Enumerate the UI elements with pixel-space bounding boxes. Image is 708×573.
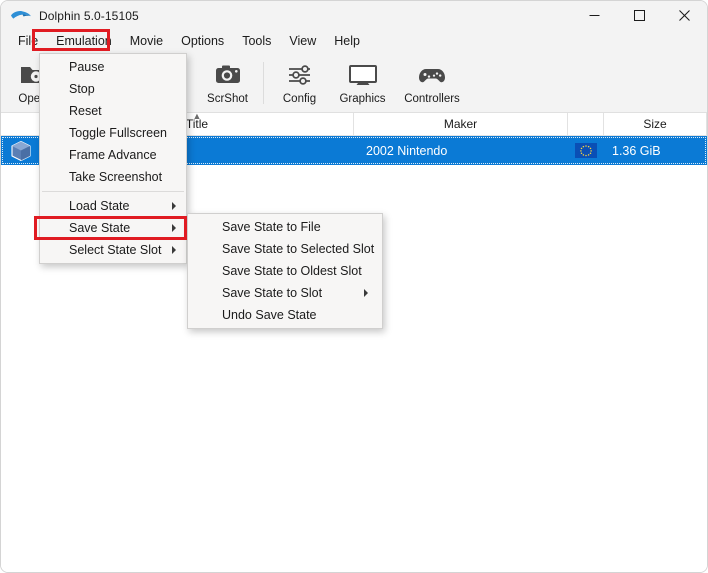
submenu-item-save-state-to-slot-label: Save State to Slot — [222, 286, 323, 300]
toolbar-config-button[interactable]: Config — [268, 56, 331, 110]
game-flag-cell — [568, 136, 604, 165]
toolbar-graphics-label: Graphics — [339, 92, 386, 105]
window-title: Dolphin 5.0-15105 — [39, 8, 139, 23]
column-header-flag[interactable] — [568, 113, 604, 135]
dolphin-logo-icon — [10, 8, 32, 24]
eu-flag-icon — [575, 143, 597, 158]
submenu-item-save-state-to-file[interactable]: Save State to File — [188, 216, 382, 238]
column-header-size[interactable]: Size — [604, 113, 707, 135]
menu-view[interactable]: View — [280, 31, 325, 52]
submenu-item-undo-save-state[interactable]: Undo Save State — [188, 304, 382, 326]
toolbar-separator — [263, 61, 264, 104]
menu-item-save-state[interactable]: Save State — [40, 217, 186, 239]
game-icon-cell — [1, 136, 41, 165]
menu-emulation[interactable]: Emulation — [47, 31, 121, 52]
minimize-button[interactable] — [572, 1, 617, 30]
column-header-maker-label: Maker — [443, 117, 478, 131]
menu-item-frame-advance[interactable]: Frame Advance — [40, 144, 186, 166]
game-size-cell: 1.36 GiB — [612, 143, 661, 158]
toolbar-controllers-label: Controllers — [404, 92, 460, 105]
emulation-menu-popup: Pause Stop Reset Toggle Fullscreen Frame… — [39, 53, 187, 264]
menu-item-select-state-slot-label: Select State Slot — [69, 243, 162, 257]
column-header-size-label: Size — [643, 117, 667, 131]
submenu-item-save-state-to-selected-slot[interactable]: Save State to Selected Slot — [188, 238, 382, 260]
close-button[interactable] — [662, 1, 707, 30]
gamecube-disc-icon — [8, 138, 34, 164]
title-bar: Dolphin 5.0-15105 — [1, 1, 707, 30]
menu-item-toggle-fullscreen[interactable]: Toggle Fullscreen — [40, 122, 186, 144]
sliders-icon — [286, 61, 314, 89]
menu-tools[interactable]: Tools — [233, 31, 280, 52]
menu-help[interactable]: Help — [325, 31, 369, 52]
toolbar-screenshot-button[interactable]: ScrShot — [196, 56, 259, 110]
toolbar-controllers-button[interactable]: Controllers — [394, 56, 470, 110]
toolbar-config-label: Config — [282, 92, 317, 105]
menu-item-load-state-label: Load State — [69, 199, 130, 213]
game-maker-cell: 2002 Nintendo — [366, 143, 448, 158]
save-state-submenu-popup: Save State to File Save State to Selecte… — [187, 213, 383, 329]
chevron-right-icon — [172, 246, 176, 254]
toolbar-graphics-button[interactable]: Graphics — [331, 56, 394, 110]
menu-item-save-state-label: Save State — [69, 221, 131, 235]
maximize-button[interactable] — [617, 1, 662, 30]
window-controls — [572, 1, 707, 30]
menu-file[interactable]: File — [9, 31, 47, 52]
menu-bar: File Emulation Movie Options Tools View … — [1, 30, 707, 53]
dolphin-window: Dolphin 5.0-15105 File Emulation Movie O… — [0, 0, 708, 573]
submenu-item-save-state-to-slot[interactable]: Save State to Slot — [188, 282, 382, 304]
column-header-icon[interactable] — [1, 113, 41, 135]
menu-item-pause[interactable]: Pause — [40, 56, 186, 78]
sort-ascending-icon: ▲ — [192, 111, 202, 121]
menu-item-stop[interactable]: Stop — [40, 78, 186, 100]
menu-item-take-screenshot[interactable]: Take Screenshot — [40, 166, 186, 188]
window-frame: Dolphin 5.0-15105 File Emulation Movie O… — [0, 0, 708, 573]
gamepad-icon — [417, 61, 447, 89]
menu-item-select-state-slot[interactable]: Select State Slot — [40, 239, 186, 261]
menu-movie[interactable]: Movie — [121, 31, 172, 52]
toolbar-screenshot-label: ScrShot — [207, 92, 248, 105]
monitor-icon — [348, 61, 378, 89]
menu-item-reset[interactable]: Reset — [40, 100, 186, 122]
camera-icon — [214, 61, 242, 89]
chevron-right-icon — [172, 202, 176, 210]
chevron-right-icon — [172, 224, 176, 232]
column-header-maker[interactable]: Maker — [354, 113, 568, 135]
menu-separator — [42, 191, 184, 192]
menu-options[interactable]: Options — [172, 31, 233, 52]
submenu-item-save-state-to-oldest-slot[interactable]: Save State to Oldest Slot — [188, 260, 382, 282]
menu-item-load-state[interactable]: Load State — [40, 195, 186, 217]
chevron-right-icon — [364, 289, 368, 297]
